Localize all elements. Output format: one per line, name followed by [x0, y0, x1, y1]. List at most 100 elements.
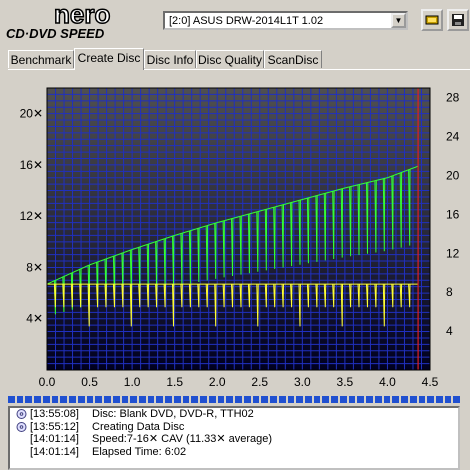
x-tick-label: 2.5 — [251, 375, 268, 389]
progress-segment — [392, 396, 400, 403]
progress-segment — [322, 396, 330, 403]
nero-logo: nero CD·DVD SPEED — [6, 2, 111, 41]
progress-segment — [287, 396, 295, 403]
progress-segment — [339, 396, 347, 403]
progress-segment — [16, 396, 24, 403]
progress-segment — [418, 396, 426, 403]
progress-segment — [130, 396, 138, 403]
x-tick-label: 0.5 — [81, 375, 98, 389]
logo-title: nero — [54, 2, 110, 29]
progress-segment — [226, 396, 234, 403]
progress-segment — [427, 396, 434, 403]
progress-segment — [86, 396, 94, 403]
progress-segment — [69, 396, 76, 403]
save-icon — [452, 14, 464, 26]
log-row: [14:01:14] Elapsed Time: 6:02 — [10, 446, 458, 459]
progress-segment — [296, 396, 303, 403]
log-row: [14:01:14] Speed:7-16✕ CAV (11.33✕ averag… — [10, 433, 458, 446]
y-right-tick-label: 8 — [446, 285, 453, 299]
progress-segment — [42, 396, 50, 403]
chevron-down-icon[interactable]: ▼ — [391, 13, 406, 28]
progress-bar — [8, 396, 461, 403]
drive-select-value: [2:0] ASUS DRW-2014L1T 1.02 — [169, 14, 324, 27]
x-tick-label: 4.5 — [422, 375, 439, 389]
y-right-tick-label: 16 — [446, 207, 460, 221]
progress-segment — [208, 396, 216, 403]
y-left-tick-label: 4✕ — [26, 312, 43, 326]
y-right-tick-label: 24 — [446, 130, 460, 144]
x-tick-label: 3.5 — [337, 375, 354, 389]
y-left-tick-label: 20✕ — [20, 107, 43, 121]
progress-segment — [252, 396, 260, 403]
log-message: Elapsed Time: 6:02 — [92, 445, 187, 458]
progress-segment — [261, 396, 269, 403]
tab-bar: Benchmark Create Disc Disc Info Disc Qua… — [8, 48, 470, 70]
progress-segment — [51, 396, 59, 403]
progress-segment — [77, 396, 85, 403]
progress-segment — [200, 396, 207, 403]
progress-segment — [357, 396, 365, 403]
tab-disc-quality[interactable]: Disc Quality — [196, 50, 264, 68]
tab-create-disc[interactable]: Create Disc — [74, 48, 144, 70]
y-right-tick-label: 20 — [446, 169, 460, 183]
log-time: [13:55:12] — [30, 420, 79, 433]
progress-segment — [348, 396, 356, 403]
log-time: [14:01:14] — [30, 433, 79, 445]
progress-segment — [139, 396, 146, 403]
progress-segment — [331, 396, 338, 403]
progress-segment — [366, 396, 373, 403]
progress-segment — [25, 396, 33, 403]
progress-segment — [304, 396, 312, 403]
tab-disc-info[interactable]: Disc Info — [144, 50, 196, 68]
progress-segment — [191, 396, 199, 403]
x-tick-label: 2.0 — [209, 375, 226, 389]
y-right-tick-label: 28 — [446, 91, 460, 105]
x-tick-label: 0.0 — [39, 375, 56, 389]
progress-segment — [182, 396, 190, 403]
log-message: Disc: Blank DVD, DVD-R, TTH02 — [92, 408, 254, 420]
log-message: Speed:7-16✕ CAV (11.33✕ average) — [92, 433, 273, 445]
progress-segment — [60, 396, 68, 403]
progress-segment — [34, 396, 41, 403]
drive-select[interactable]: [2:0] ASUS DRW-2014L1T 1.02 ▼ — [163, 11, 408, 30]
y-left-tick-label: 12✕ — [20, 209, 43, 223]
y-right-tick-label: 12 — [446, 246, 460, 260]
x-tick-label: 1.0 — [124, 375, 141, 389]
progress-segment — [95, 396, 103, 403]
progress-segment — [453, 396, 461, 403]
progress-segment — [121, 396, 129, 403]
y-left-tick-label: 16✕ — [20, 158, 43, 172]
progress-segment — [444, 396, 452, 403]
progress-segment — [409, 396, 417, 403]
log-panel[interactable]: [13:55:08] Disc: Blank DVD, DVD-R, TTH02[… — [8, 406, 460, 470]
log-time: [14:01:14] — [30, 445, 79, 458]
progress-segment — [8, 396, 15, 403]
log-time: [13:55:08] — [30, 408, 79, 420]
save-button[interactable] — [447, 9, 469, 31]
disc-icon — [16, 421, 27, 432]
progress-segment — [173, 396, 181, 403]
x-tick-label: 1.5 — [166, 375, 183, 389]
x-tick-label: 4.0 — [379, 375, 396, 389]
y-left-tick-label: 8✕ — [26, 260, 43, 274]
progress-segment — [383, 396, 391, 403]
progress-segment — [147, 396, 155, 403]
log-message: Creating Data Disc — [92, 420, 185, 433]
speed-chart: 0.0 0.5 1.0 1.5 2.0 2.5 3.0 3.5 4.0 4.5 4✕ 8✕ 12✕ 16✕… — [20, 87, 460, 389]
tab-scandisc[interactable]: ScanDisc — [264, 50, 322, 68]
logo-subtitle: CD·DVD SPEED — [6, 26, 105, 41]
log-row: [13:55:08] Disc: Blank DVD, DVD-R, TTH02 — [10, 408, 458, 421]
drive-icon — [425, 15, 439, 25]
progress-segment — [104, 396, 111, 403]
tab-benchmark[interactable]: Benchmark — [8, 50, 74, 68]
progress-segment — [235, 396, 242, 403]
progress-segment — [278, 396, 286, 403]
drive-info-button[interactable] — [421, 9, 443, 31]
progress-segment — [156, 396, 164, 403]
progress-segment — [217, 396, 225, 403]
progress-segment — [401, 396, 408, 403]
disc-icon — [16, 409, 27, 419]
x-tick-label: 3.0 — [294, 375, 311, 389]
y-right-tick-label: 4 — [446, 324, 453, 338]
progress-segment — [313, 396, 321, 403]
